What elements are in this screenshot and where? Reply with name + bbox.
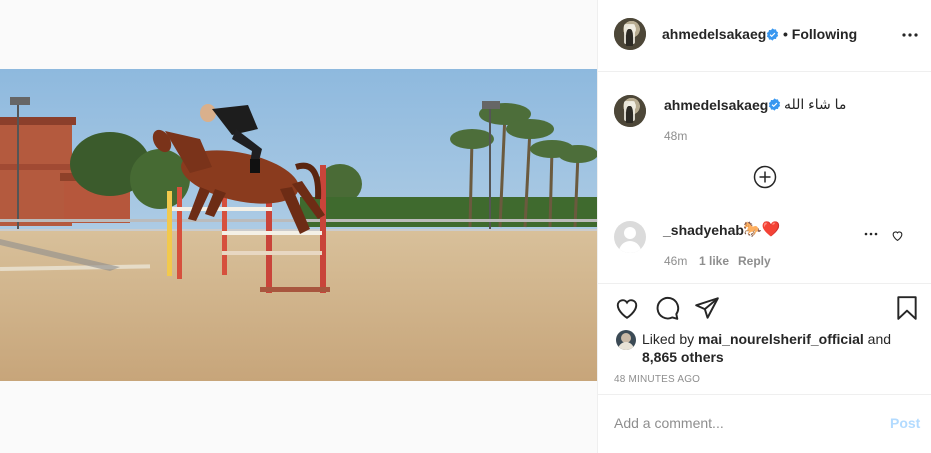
likes-others-count[interactable]: 8,865 others xyxy=(642,349,724,365)
follow-separator: • xyxy=(783,26,788,42)
caption-time[interactable]: 48m xyxy=(664,129,687,143)
author-username[interactable]: ahmedelsakaeg xyxy=(662,26,766,42)
caption-author-avatar[interactable] xyxy=(614,95,646,127)
post-side-panel: ahmedelsakaeg • Following ahmedelsakaeg … xyxy=(597,0,931,453)
author-avatar[interactable] xyxy=(614,18,646,50)
liker-avatar[interactable] xyxy=(616,330,636,350)
post-timestamp[interactable]: 48 MINUTES AGO xyxy=(614,374,700,385)
instagram-post-view: ahmedelsakaeg • Following ahmedelsakaeg … xyxy=(0,0,931,453)
post-comment-button[interactable]: Post xyxy=(890,415,920,431)
caption-verified-badge-icon xyxy=(768,98,781,111)
comment-reply-button[interactable]: Reply xyxy=(738,254,771,268)
following-label: Following xyxy=(791,26,858,42)
liked-by-prefix: Liked by xyxy=(642,331,695,347)
caption-author-username[interactable]: ahmedelsakaeg xyxy=(664,97,768,113)
commenter-username[interactable]: _shadyehab xyxy=(663,222,744,238)
add-comment-input[interactable] xyxy=(614,412,874,434)
follow-status[interactable]: • Following xyxy=(783,26,857,42)
comment-time[interactable]: 46m xyxy=(664,254,687,268)
liked-by-conjunction: and xyxy=(867,331,892,347)
bookmark-icon[interactable] xyxy=(894,295,920,321)
comment-options-icon[interactable] xyxy=(863,229,879,239)
more-options-icon[interactable] xyxy=(900,27,920,43)
add-comment-bar: Post xyxy=(598,394,931,453)
liked-by-summary: Liked by mai_nourelsherif_official and 8… xyxy=(642,330,922,366)
comment-text: 🐎❤️ xyxy=(743,221,781,238)
horse-jumping-photo xyxy=(0,69,597,381)
media-pane xyxy=(0,0,597,453)
heart-icon[interactable] xyxy=(614,295,640,321)
caption-text: ما شاء الله xyxy=(784,96,847,112)
comment-like-count[interactable]: 1 like xyxy=(699,254,729,268)
comment-icon[interactable] xyxy=(654,295,680,321)
comment-like-heart-icon[interactable] xyxy=(891,229,904,242)
share-icon[interactable] xyxy=(694,295,720,321)
load-more-comments-icon[interactable] xyxy=(753,165,777,189)
post-header: ahmedelsakaeg • Following xyxy=(598,0,931,72)
post-photo[interactable] xyxy=(0,69,597,381)
first-liker-username[interactable]: mai_nourelsherif_official xyxy=(698,331,864,347)
verified-badge-icon xyxy=(766,28,779,41)
commenter-avatar[interactable] xyxy=(614,221,646,253)
